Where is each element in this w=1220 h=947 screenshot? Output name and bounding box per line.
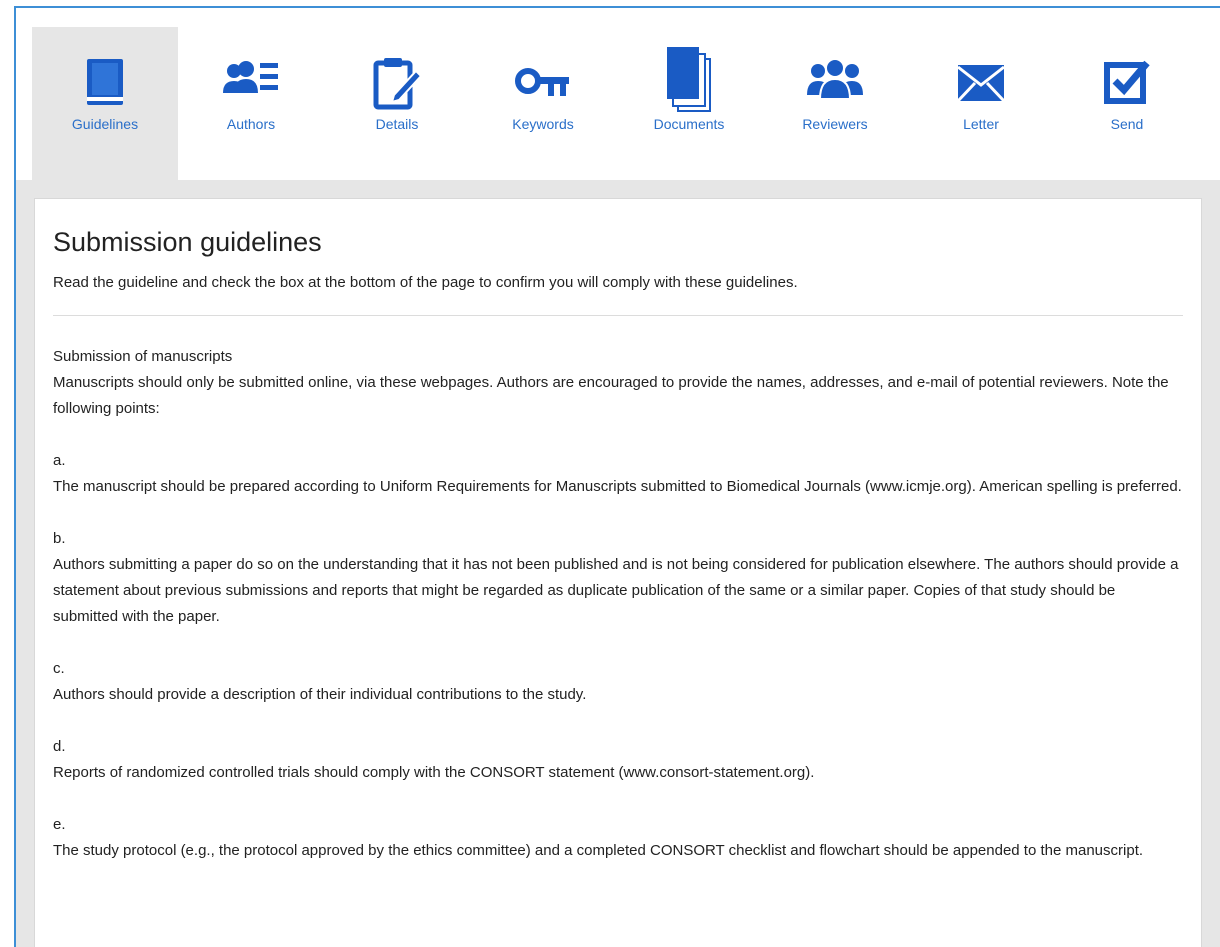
tab-label: Send (1110, 116, 1144, 132)
users-group-icon (807, 58, 863, 100)
page-title: Submission guidelines (53, 227, 322, 257)
tab-label: Reviewers (802, 116, 868, 132)
item-text: Reports of randomized controlled trials … (53, 764, 815, 781)
guideline-item: a. The manuscript should be prepared acc… (53, 448, 1183, 500)
step-tabbar: Guidelines Authors Details Keywords Docu… (16, 8, 1220, 180)
item-letter: e. (53, 816, 66, 833)
tab-keywords[interactable]: Keywords (470, 27, 616, 180)
item-text: The study protocol (e.g., the protocol a… (53, 842, 1144, 859)
item-letter: c. (53, 660, 65, 677)
guidelines-panel: Submission guidelines Read the guideline… (34, 198, 1202, 947)
book-icon (87, 59, 123, 105)
item-text: Authors submitting a paper do so on the … (53, 556, 1179, 625)
authors-list-icon (223, 61, 278, 93)
item-letter: b. (53, 530, 66, 547)
tab-reviewers[interactable]: Reviewers (762, 27, 908, 180)
clipboard-edit-icon (373, 58, 422, 110)
documents-stack-icon (667, 47, 711, 112)
intro-text: Read the guideline and check the box at … (53, 274, 798, 291)
guideline-item: d. Reports of randomized controlled tria… (53, 734, 1183, 786)
tab-label: Keywords (512, 116, 574, 132)
guideline-item: e. The study protocol (e.g., the protoco… (53, 812, 1183, 864)
tab-letter[interactable]: Letter (908, 27, 1054, 180)
tab-label: Guidelines (71, 116, 139, 132)
tab-send[interactable]: Send (1054, 27, 1200, 180)
envelope-icon (956, 65, 1006, 103)
item-text: The manuscript should be prepared accord… (53, 478, 1182, 495)
tab-label: Letter (963, 116, 999, 132)
section-title: Submission of manuscripts (53, 348, 233, 365)
tab-details[interactable]: Details (324, 27, 470, 180)
tab-label: Authors (226, 116, 276, 132)
tab-authors[interactable]: Authors (178, 27, 324, 180)
item-letter: d. (53, 738, 66, 755)
tab-label: Details (375, 116, 419, 132)
guideline-item: b. Authors submitting a paper do so on t… (53, 526, 1183, 630)
item-text: Authors should provide a description of … (53, 686, 587, 703)
divider (53, 315, 1183, 316)
tab-label: Documents (653, 116, 725, 132)
key-icon (515, 68, 569, 96)
app-frame: Guidelines Authors Details Keywords Docu… (14, 6, 1220, 947)
guideline-item: c. Authors should provide a description … (53, 656, 1183, 708)
tab-documents[interactable]: Documents (616, 27, 762, 180)
checkbox-send-icon (1104, 60, 1150, 104)
tab-guidelines[interactable]: Guidelines (32, 27, 178, 180)
section-text: Manuscripts should only be submitted onl… (53, 374, 1169, 417)
item-letter: a. (53, 452, 66, 469)
